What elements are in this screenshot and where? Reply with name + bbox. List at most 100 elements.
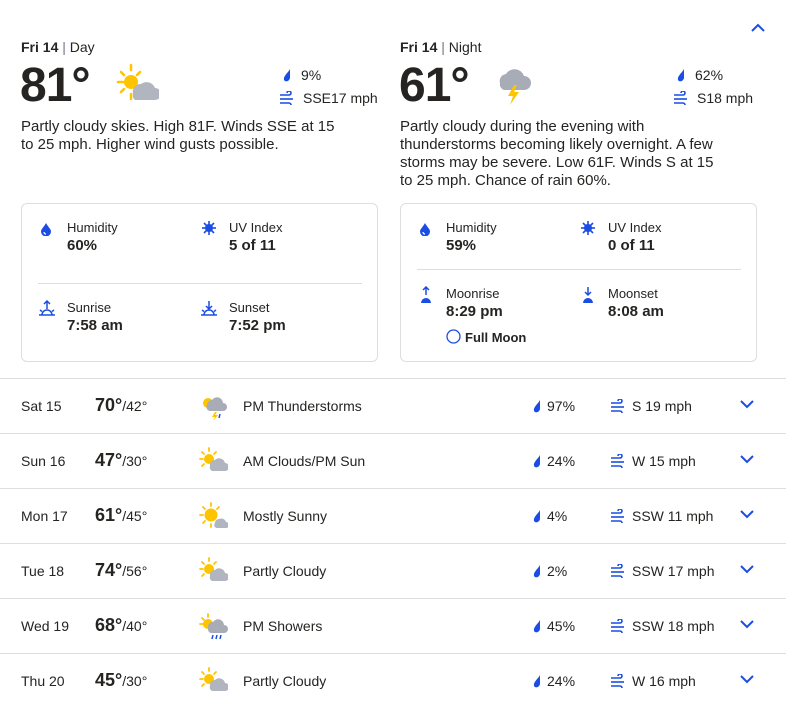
wind-icon bbox=[611, 564, 624, 578]
forecast-row[interactable]: Tue 18 74°/56° Partly Cloudy 2% SSW 17 m… bbox=[0, 543, 786, 598]
forecast-rain-value: 4% bbox=[547, 508, 568, 524]
collapse-chevron-icon[interactable] bbox=[750, 22, 766, 34]
forecast-day: Thu 20 bbox=[21, 673, 65, 689]
forecast-low: /40° bbox=[122, 618, 148, 634]
partly-cloudy-night-icon bbox=[116, 63, 159, 101]
forecast-high-value: 47° bbox=[95, 450, 123, 470]
forecast-wind-value: SSW 17 mph bbox=[632, 563, 715, 579]
expand-chevron-icon[interactable] bbox=[738, 562, 756, 576]
expand-chevron-icon[interactable] bbox=[738, 617, 756, 631]
forecast-row[interactable]: Sun 16 47°/30° AM Clouds/PM Sun 24% W 15… bbox=[0, 433, 786, 488]
day-description: Partly cloudy skies. High 81F. Winds SSE… bbox=[21, 118, 335, 153]
wind-icon bbox=[611, 454, 624, 468]
forecast-wind: W 16 mph bbox=[610, 673, 696, 689]
night-uv-value: 0 of 11 bbox=[608, 237, 655, 254]
night-wind: S18 mph bbox=[673, 90, 753, 106]
night-date-header: Fri 14 | Night bbox=[400, 39, 482, 55]
day-wind-value: SSE17 mph bbox=[303, 90, 378, 106]
day-date: Fri 14 bbox=[21, 39, 59, 55]
day-humidity-value: 60% bbox=[67, 237, 98, 254]
forecast-day: Tue 18 bbox=[21, 563, 65, 579]
forecast-wind-value: W 16 mph bbox=[632, 673, 696, 689]
night-part: Night bbox=[448, 39, 482, 55]
forecast-day: Sun 16 bbox=[21, 453, 66, 469]
day-temperature: 81° bbox=[20, 59, 91, 112]
forecast-row[interactable]: Thu 20 45°/30° Partly Cloudy 24% W 16 mp… bbox=[0, 653, 786, 708]
day-uv-label: UV Index bbox=[229, 220, 283, 235]
wind-icon bbox=[611, 509, 624, 523]
moonrise-icon bbox=[421, 286, 431, 303]
forecast-wind-value: W 15 mph bbox=[632, 453, 696, 469]
forecast-rain: 24% bbox=[531, 453, 575, 469]
forecast-rain-value: 45% bbox=[547, 618, 576, 634]
raindrop-icon bbox=[533, 565, 540, 578]
partly-cloudy-icon bbox=[199, 667, 228, 691]
forecast-low: /56° bbox=[122, 563, 148, 579]
expand-chevron-icon[interactable] bbox=[738, 507, 756, 521]
forecast-condition: PM Thunderstorms bbox=[243, 398, 362, 414]
forecast-condition: AM Clouds/PM Sun bbox=[243, 453, 366, 469]
forecast-rain: 97% bbox=[531, 398, 575, 414]
moonset-label: Moonset bbox=[608, 286, 658, 301]
forecast-wind: W 15 mph bbox=[610, 453, 696, 469]
forecast-high: 61°/45° bbox=[95, 505, 147, 526]
forecast-row[interactable]: Mon 17 61°/45° Mostly Sunny 4% SSW 11 mp… bbox=[0, 488, 786, 543]
wind-icon bbox=[611, 674, 624, 688]
day-precip-value: 9% bbox=[301, 67, 322, 83]
night-precip-value: 62% bbox=[695, 67, 724, 83]
expand-chevron-icon[interactable] bbox=[738, 672, 756, 686]
sunrise-value: 7:58 am bbox=[67, 317, 123, 334]
forecast-high-value: 74° bbox=[95, 560, 123, 580]
forecast-row[interactable]: Wed 19 68°/40° PM Showers 45% SSW 18 mph bbox=[0, 598, 786, 653]
day-part: Day bbox=[69, 39, 95, 55]
mostly-sunny-icon bbox=[199, 502, 228, 528]
night-details-card: Humidity 59% UV Index 0 of 11 Moonrise 8… bbox=[400, 203, 757, 362]
showers-icon bbox=[199, 613, 228, 640]
forecast-row[interactable]: Sat 15 70°/42° PM Thunderstorms 97% S 19… bbox=[0, 378, 786, 433]
raindrop-icon bbox=[533, 455, 540, 468]
forecast-low: /45° bbox=[122, 508, 148, 524]
card-divider bbox=[38, 283, 362, 284]
moonset-icon bbox=[583, 287, 593, 303]
sunrise-label: Sunrise bbox=[67, 300, 112, 315]
forecast-high: 70°/42° bbox=[95, 395, 147, 416]
expand-chevron-icon[interactable] bbox=[738, 397, 756, 411]
moonrise-value: 8:29 pm bbox=[446, 303, 503, 320]
partly-cloudy-icon bbox=[199, 447, 228, 471]
forecast-high-value: 70° bbox=[95, 395, 123, 415]
forecast-condition: Mostly Sunny bbox=[243, 508, 328, 524]
moonset-value: 8:08 am bbox=[608, 303, 664, 320]
forecast-wind-value: SSW 18 mph bbox=[632, 618, 715, 634]
day-details-card: Humidity 60% UV Index 5 of 11 Sunrise 7:… bbox=[21, 203, 378, 362]
forecast-high: 47°/30° bbox=[95, 450, 147, 471]
night-description: Partly cloudy during the evening with th… bbox=[400, 118, 714, 189]
forecast-rain-value: 2% bbox=[547, 563, 568, 579]
card-divider bbox=[417, 269, 741, 270]
forecast-low: /42° bbox=[122, 398, 148, 414]
raindrop-icon bbox=[533, 620, 540, 633]
forecast-low: /30° bbox=[122, 453, 148, 469]
forecast-high: 74°/56° bbox=[95, 560, 147, 581]
night-humidity-label: Humidity bbox=[446, 220, 497, 235]
day-date-header: Fri 14 | Day bbox=[21, 39, 95, 55]
forecast-high-value: 45° bbox=[95, 670, 123, 690]
night-temperature: 61° bbox=[399, 59, 470, 112]
forecast-low: /30° bbox=[122, 673, 148, 689]
expand-chevron-icon[interactable] bbox=[738, 452, 756, 466]
forecast-day: Mon 17 bbox=[21, 508, 68, 524]
night-uv-label: UV Index bbox=[608, 220, 662, 235]
raindrop-icon bbox=[677, 69, 684, 82]
forecast-rain: 45% bbox=[531, 618, 575, 634]
forecast-day: Wed 19 bbox=[21, 618, 69, 634]
forecast-wind-value: SSW 11 mph bbox=[632, 508, 714, 524]
forecast-wind: S 19 mph bbox=[610, 398, 692, 414]
forecast-wind: SSW 17 mph bbox=[610, 563, 714, 579]
forecast-condition: PM Showers bbox=[243, 618, 323, 634]
forecast-day: Sat 15 bbox=[21, 398, 62, 414]
raindrop-icon bbox=[533, 510, 540, 523]
raindrop-icon bbox=[533, 675, 540, 688]
wind-icon bbox=[280, 91, 293, 105]
day-uv-value: 5 of 11 bbox=[229, 237, 276, 254]
wind-icon bbox=[611, 399, 624, 413]
forecast-high: 45°/30° bbox=[95, 670, 147, 691]
